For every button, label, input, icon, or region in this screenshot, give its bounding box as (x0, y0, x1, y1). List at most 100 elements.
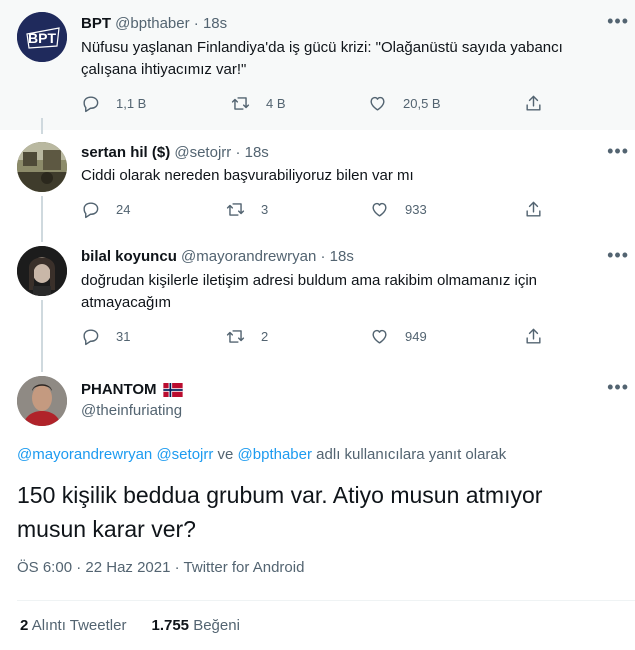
tweet-text-line: çalışana ihtiyacımız var!" (81, 61, 247, 78)
tweet-text-line: musun karar ver? (17, 516, 196, 542)
retweet-count: 4 B (266, 96, 286, 111)
more-icon[interactable]: ••• (607, 142, 629, 160)
like-icon (372, 329, 387, 344)
reply-button[interactable]: 31 (81, 327, 130, 346)
retweet-icon (226, 203, 245, 216)
display-name[interactable]: bilal koyuncu (81, 248, 177, 265)
avatar[interactable]: BPT (17, 12, 67, 62)
display-name[interactable]: sertan hil ($) (81, 144, 170, 161)
more-icon[interactable]: ••• (607, 12, 629, 30)
avatar-image (17, 246, 67, 296)
retweet-icon (226, 330, 245, 343)
quote-label: Alıntı Tweetler (31, 617, 127, 634)
like-button[interactable]: 933 (370, 200, 427, 219)
like-count: 933 (405, 202, 427, 217)
display-name[interactable]: BPT (81, 15, 111, 32)
tweet-sertan[interactable]: sertan hil ($) @setojrr · 18s ••• Ciddi … (0, 118, 635, 242)
tweet-stats: 2 Alıntı Tweetler 1.755 Beğeni (20, 617, 240, 634)
like-button[interactable]: 20,5 B (368, 94, 441, 113)
tweet-actions: 1,1 B 4 B 20,5 B (81, 94, 551, 116)
tweet-text-line: 150 kişilik beddua grubum var. Atiyo mus… (17, 482, 543, 508)
mention-link[interactable]: @mayorandrewryan (17, 446, 152, 463)
share-icon (526, 328, 541, 344)
tweet-time[interactable]: ÖS 6:00 (17, 559, 72, 576)
main-tweet-text: 150 kişilik beddua grubum var. Atiyo mus… (17, 478, 617, 546)
tweet-actions: 24 3 933 (81, 200, 551, 222)
like-button[interactable]: 949 (370, 327, 427, 346)
tweet-time[interactable]: 18s (203, 15, 227, 32)
quote-count: 2 (20, 617, 29, 634)
reply-icon (83, 202, 99, 219)
tweet-meta: ÖS 6:00 · 22 Haz 2021 · Twitter for Andr… (17, 559, 304, 576)
share-icon (526, 95, 541, 111)
tweet-text-line: Ciddi olarak nereden başvurabiliyoruz bi… (81, 167, 414, 184)
focused-tweet: PHANTOM @theinfuriating ••• @mayorandrew… (0, 362, 635, 650)
more-icon[interactable]: ••• (607, 246, 629, 264)
share-button[interactable] (524, 200, 543, 219)
retweet-icon (231, 97, 250, 110)
like-count: 949 (405, 329, 427, 344)
tweet-actions: 31 2 949 (81, 327, 551, 349)
reply-button[interactable]: 24 (81, 200, 130, 219)
divider (17, 600, 635, 601)
avatar[interactable] (17, 246, 67, 296)
bpt-logo: BPT (17, 12, 67, 62)
reply-suffix: adlı kullanıcılara yanıt olarak (316, 446, 507, 463)
tweet-text-line: doğrudan kişilerle iletişim adresi buldu… (81, 272, 538, 289)
reply-icon (83, 96, 99, 113)
reply-count: 1,1 B (116, 96, 147, 111)
tweet-header: sertan hil ($) @setojrr · 18s (81, 143, 269, 163)
likes-link[interactable]: 1.755 Beğeni (151, 617, 239, 634)
tweet-bpt[interactable]: BPT BPT @bpthaber · 18s ••• Nüfusu yaşla… (0, 0, 635, 130)
separator-dot: · (174, 559, 180, 576)
retweet-button[interactable]: 4 B (231, 94, 286, 113)
tweet-date[interactable]: 22 Haz 2021 (85, 559, 170, 576)
separator-dot: · (76, 559, 82, 576)
bpt-logo-text: BPT (28, 30, 56, 46)
like-total: 1.755 (151, 617, 190, 634)
quote-tweets-link[interactable]: 2 Alıntı Tweetler (20, 617, 126, 634)
tweet-text-line: atmayacağım (81, 294, 172, 311)
like-icon (370, 96, 385, 111)
avatar[interactable] (17, 376, 67, 426)
avatar[interactable] (17, 142, 67, 192)
tweet-header: bilal koyuncu @mayorandrewryan · 18s (81, 247, 354, 267)
norway-flag-icon (162, 383, 183, 397)
user-handle[interactable]: @theinfuriating (81, 402, 182, 419)
retweet-button[interactable]: 2 (226, 327, 268, 346)
reply-icon (83, 329, 99, 346)
reply-count: 24 (116, 202, 131, 217)
user-handle[interactable]: @bpthaber (115, 15, 189, 32)
tweet-time[interactable]: 18s (330, 248, 354, 265)
avatar-image (17, 142, 67, 192)
mention-link[interactable]: @bpthaber (238, 446, 312, 463)
user-handle[interactable]: @setojrr (174, 144, 231, 161)
reply-button[interactable]: 1,1 B (81, 94, 146, 113)
share-icon (526, 201, 541, 217)
thread-line (41, 362, 43, 372)
tweet-header: BPT @bpthaber · 18s (81, 14, 227, 34)
share-button[interactable] (524, 94, 543, 113)
tweet-bilal[interactable]: bilal koyuncu @mayorandrewryan · 18s •••… (0, 232, 635, 368)
tweet-time[interactable]: 18s (245, 144, 269, 161)
separator-dot: · (320, 248, 326, 265)
tweet-text: Nüfusu yaşlanan Finlandiya'da iş gücü kr… (81, 37, 601, 81)
display-name[interactable]: PHANTOM (81, 380, 157, 400)
retweet-count: 3 (261, 202, 269, 217)
avatar-image (17, 376, 67, 426)
mention-link[interactable]: @setojrr (156, 446, 213, 463)
like-label: Beğeni (193, 617, 240, 634)
thread-line (41, 232, 43, 238)
retweet-count: 2 (261, 329, 269, 344)
separator-dot: · (193, 15, 199, 32)
more-icon[interactable]: ••• (607, 378, 629, 396)
like-count: 20,5 B (403, 96, 441, 111)
retweet-button[interactable]: 3 (226, 200, 268, 219)
thread-line (41, 118, 43, 134)
thread-line (41, 300, 43, 368)
tweet-source[interactable]: Twitter for Android (184, 559, 305, 576)
user-handle[interactable]: @mayorandrewryan (181, 248, 316, 265)
share-button[interactable] (524, 327, 543, 346)
conjunction-text: ve (217, 446, 234, 463)
replying-to: @mayorandrewryan @setojrr ve @bpthaber a… (17, 446, 506, 463)
